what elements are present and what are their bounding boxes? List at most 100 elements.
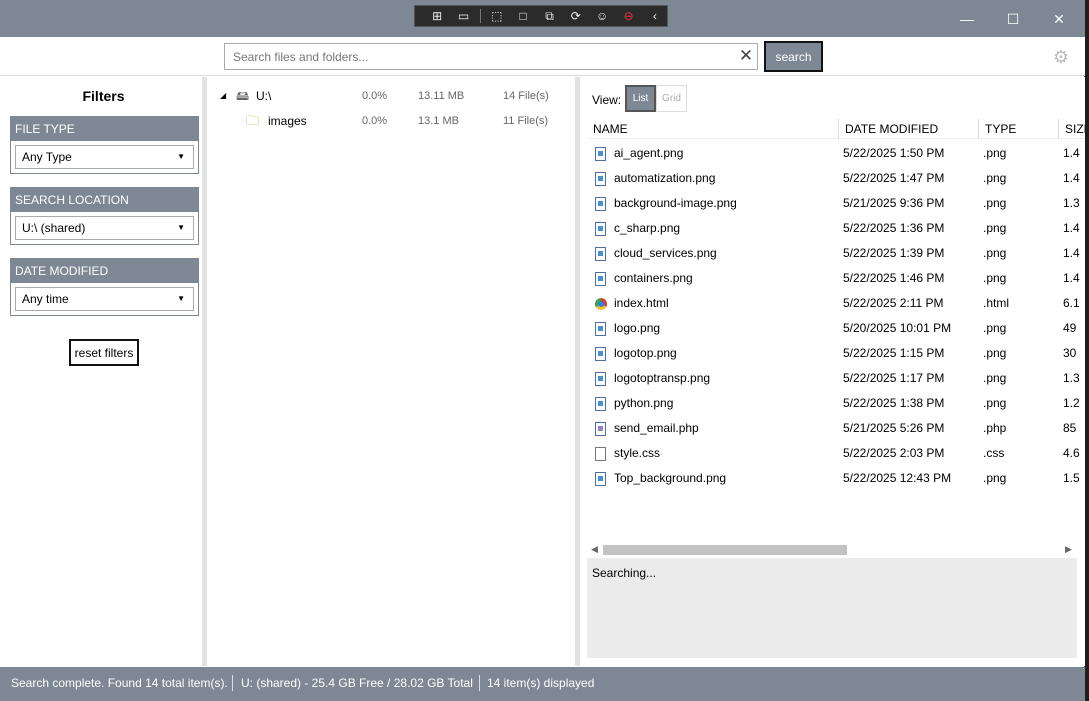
close-icon[interactable]: ✕ bbox=[737, 46, 755, 66]
table-row[interactable]: background-image.png 5/21/2025 9:36 PM .pn… bbox=[587, 191, 1085, 216]
filter-header: DATE MODIFIED bbox=[11, 259, 198, 283]
file-name: python.png bbox=[614, 396, 674, 410]
file-type: .png bbox=[983, 171, 1007, 185]
app-window: ⊞ ▭ ⬚ □ ⧉ ⟳ ☺ ⊖ ‹ — ☐ ✕ ✕ search ⚙ Filte… bbox=[0, 0, 1085, 701]
filter-header: SEARCH LOCATION bbox=[11, 188, 198, 212]
file-size: 49 bbox=[1063, 321, 1077, 335]
file-date: 5/22/2025 2:03 PM bbox=[843, 446, 945, 460]
tree-item-images[interactable]: 🗀 images 0.0% 13.1 MB 11 File(s) bbox=[212, 110, 575, 132]
table-row[interactable]: style.css 5/22/2025 2:03 PM .css 4.6 bbox=[587, 441, 1085, 466]
scroll-right-icon[interactable]: ▶ bbox=[1065, 544, 1072, 555]
file-date: 5/21/2025 9:36 PM bbox=[843, 196, 945, 210]
file-name: cloud_services.png bbox=[614, 246, 717, 260]
file-name: style.css bbox=[614, 446, 661, 460]
file-size: 1.4 bbox=[1063, 271, 1080, 285]
file-size: 1.3 bbox=[1063, 196, 1080, 210]
accessibility-icon[interactable]: ☺ bbox=[590, 7, 614, 25]
file-type: .png bbox=[983, 396, 1007, 410]
reset-filters-button[interactable]: reset filters bbox=[69, 339, 139, 366]
column-type[interactable]: TYPE bbox=[979, 119, 1059, 139]
close-button[interactable]: ✕ bbox=[1036, 8, 1082, 30]
search-input[interactable] bbox=[224, 43, 758, 70]
track-focus-icon[interactable]: ⧉ bbox=[537, 7, 561, 25]
table-row[interactable]: c_sharp.png 5/22/2025 1:36 PM .png 1.4 bbox=[587, 216, 1085, 241]
image-file-icon bbox=[595, 147, 606, 161]
maximize-button[interactable]: ☐ bbox=[990, 8, 1036, 30]
file-name: background-image.png bbox=[614, 196, 737, 210]
image-file-icon bbox=[595, 247, 606, 261]
chevron-down-icon: ▼ bbox=[177, 223, 185, 232]
image-file-icon bbox=[595, 172, 606, 186]
filter-header: FILE TYPE bbox=[11, 117, 198, 141]
hot-reload-icon[interactable]: ⟳ bbox=[564, 7, 588, 25]
table-row[interactable]: containers.png 5/22/2025 1:46 PM .png 1.4 bbox=[587, 266, 1085, 291]
file-date: 5/22/2025 1:50 PM bbox=[843, 146, 945, 160]
file-type: .png bbox=[983, 346, 1007, 360]
date-modified-filter: DATE MODIFIED Any time ▼ bbox=[10, 258, 199, 316]
table-row[interactable]: automatization.png 5/22/2025 1:47 PM .png 1… bbox=[587, 166, 1085, 191]
file-size: 1.4 bbox=[1063, 221, 1080, 235]
table-row[interactable]: logotop.png 5/22/2025 1:15 PM .png 30 bbox=[587, 341, 1085, 366]
minimize-button[interactable]: — bbox=[944, 8, 990, 30]
column-size[interactable]: SIZE bbox=[1059, 119, 1085, 139]
record-icon[interactable]: ▭ bbox=[451, 7, 475, 25]
table-row[interactable]: Top_background.png 5/22/2025 12:43 PM .png… bbox=[587, 466, 1085, 491]
file-type: .png bbox=[983, 321, 1007, 335]
file-name: send_email.php bbox=[614, 421, 699, 435]
column-name[interactable]: NAME bbox=[587, 119, 839, 139]
file-size: 30 bbox=[1063, 346, 1077, 360]
file-size: 1.4 bbox=[1063, 146, 1080, 160]
horizontal-scrollbar[interactable]: ◀ ▶ bbox=[587, 544, 1083, 556]
table-row[interactable]: logotoptransp.png 5/22/2025 1:17 PM .png 1.… bbox=[587, 366, 1085, 391]
date-modified-select[interactable]: Any time ▼ bbox=[15, 287, 194, 311]
html-file-icon bbox=[595, 298, 607, 310]
file-name: c_sharp.png bbox=[614, 221, 681, 235]
table-row[interactable]: index.html 5/22/2025 2:11 PM .html 6.1 bbox=[587, 291, 1085, 316]
file-type: .png bbox=[983, 471, 1007, 485]
file-name: index.html bbox=[614, 296, 669, 310]
search-button[interactable]: search bbox=[764, 41, 823, 72]
title-bar: ⊞ ▭ ⬚ □ ⧉ ⟳ ☺ ⊖ ‹ — ☐ ✕ bbox=[0, 0, 1085, 37]
expand-arrow-icon[interactable]: ◢ bbox=[220, 85, 226, 107]
collapse-icon[interactable]: ‹ bbox=[643, 7, 667, 25]
file-type-filter: FILE TYPE Any Type ▼ bbox=[10, 116, 199, 174]
tree-item-drive[interactable]: ◢ 🖴 U:\ 0.0% 13.11 MB 14 File(s) bbox=[212, 85, 575, 107]
file-size: 6.1 bbox=[1063, 296, 1080, 310]
details-text: Searching... bbox=[592, 566, 657, 580]
column-headers: NAME DATE MODIFIED TYPE SIZE bbox=[587, 119, 1085, 139]
gear-icon[interactable]: ⚙ bbox=[1051, 47, 1071, 67]
image-file-icon bbox=[595, 322, 606, 336]
file-type: .png bbox=[983, 271, 1007, 285]
file-type: .png bbox=[983, 146, 1007, 160]
details-pane: Searching... bbox=[587, 558, 1077, 658]
view-label: View: bbox=[592, 93, 622, 107]
file-date: 5/22/2025 2:11 PM bbox=[843, 296, 944, 310]
column-date-modified[interactable]: DATE MODIFIED bbox=[839, 119, 979, 139]
file-type: .html bbox=[983, 296, 1010, 310]
file-type-select[interactable]: Any Type ▼ bbox=[15, 145, 194, 169]
table-row[interactable]: logo.png 5/20/2025 10:01 PM .png 49 bbox=[587, 316, 1085, 341]
stop-icon[interactable]: ⊖ bbox=[616, 7, 640, 25]
scroll-left-icon[interactable]: ◀ bbox=[591, 544, 598, 555]
image-file-icon bbox=[595, 397, 606, 411]
file-name: containers.png bbox=[614, 271, 693, 285]
folder-tree: ◢ 🖴 U:\ 0.0% 13.11 MB 14 File(s) 🗀 image… bbox=[212, 77, 580, 666]
list-view-button[interactable]: List bbox=[625, 85, 656, 112]
table-row[interactable]: send_email.php 5/21/2025 5:26 PM .php 85 bbox=[587, 416, 1085, 441]
grid-view-button[interactable]: Grid bbox=[656, 85, 687, 112]
search-toolbar: ✕ search bbox=[0, 37, 1085, 76]
scrollbar-thumb[interactable] bbox=[603, 545, 847, 555]
table-row[interactable]: cloud_services.png 5/22/2025 1:39 PM .png 1… bbox=[587, 241, 1085, 266]
file-date: 5/22/2025 1:39 PM bbox=[843, 246, 945, 260]
search-location-select[interactable]: U:\ (shared) ▼ bbox=[15, 216, 194, 240]
select-element-icon[interactable]: ⬚ bbox=[485, 7, 509, 25]
file-name: automatization.png bbox=[614, 171, 716, 185]
file-size: 4.6 bbox=[1063, 446, 1080, 460]
file-date: 5/21/2025 5:26 PM bbox=[843, 421, 945, 435]
display-layout-icon[interactable]: □ bbox=[511, 7, 535, 25]
image-file-icon bbox=[595, 222, 606, 236]
table-row[interactable]: ai_agent.png 5/22/2025 1:50 PM .png 1.4 bbox=[587, 141, 1085, 166]
file-size: 1.2 bbox=[1063, 396, 1080, 410]
table-row[interactable]: python.png 5/22/2025 1:38 PM .png 1.2 bbox=[587, 391, 1085, 416]
live-tree-icon[interactable]: ⊞ bbox=[425, 7, 449, 25]
